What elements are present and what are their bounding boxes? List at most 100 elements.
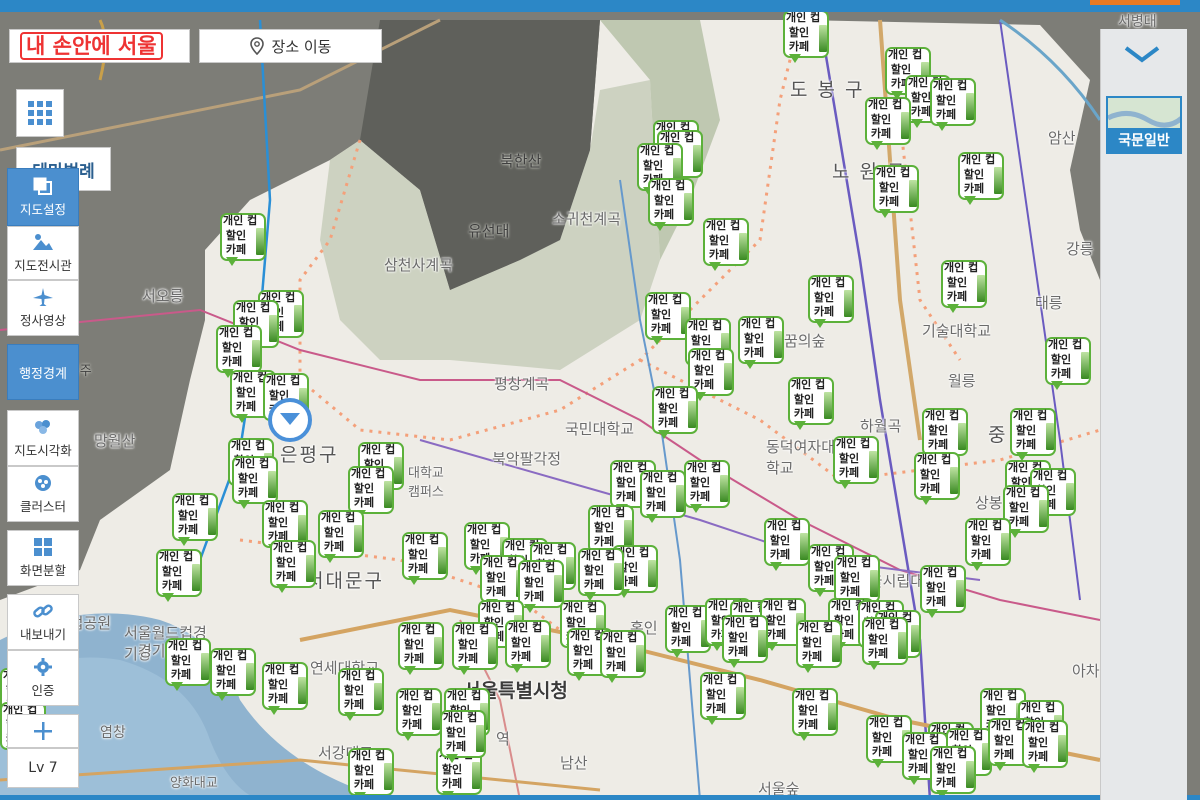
zoom-in-button[interactable] — [7, 714, 79, 748]
marker-text: 개인 컵할인카페 — [706, 219, 740, 263]
chevron-down-icon[interactable] — [1122, 44, 1162, 64]
cafe-marker[interactable]: 개인 컵할인카페 — [348, 748, 396, 800]
cafe-marker[interactable]: 개인 컵할인카페 — [684, 460, 732, 516]
cafe-marker[interactable]: 개인 컵할인카페 — [862, 617, 910, 673]
cup-icon — [966, 93, 974, 120]
cup-icon — [898, 632, 906, 659]
cafe-marker[interactable]: 개인 컵할인카페 — [640, 470, 688, 526]
marker-tail — [920, 496, 932, 505]
cup-icon — [758, 630, 766, 657]
cafe-marker[interactable]: 개인 컵할인카페 — [865, 97, 913, 153]
cafe-marker[interactable]: 개인 컵할인카페 — [930, 746, 978, 800]
cafe-marker[interactable]: 개인 컵할인카페 — [788, 377, 836, 433]
cafe-marker[interactable]: 개인 컵할인카페 — [600, 630, 648, 686]
marker-line: 할인 — [485, 570, 507, 584]
cafe-marker[interactable]: 개인 컵할인카페 — [210, 648, 258, 704]
cafe-marker[interactable]: 개인 컵할인카페 — [578, 548, 626, 604]
cafe-marker[interactable]: 개인 컵할인카페 — [833, 436, 881, 492]
cafe-marker[interactable]: 개인 컵할인카페 — [796, 620, 844, 676]
cafe-marker[interactable]: 개인 컵할인카페 — [792, 688, 840, 744]
cafe-marker[interactable]: 개인 컵할인카페 — [652, 386, 700, 442]
cafe-marker[interactable]: 개인 컵할인카페 — [700, 672, 748, 728]
cluster-button[interactable]: 클러스터 — [7, 466, 79, 522]
cafe-marker[interactable]: 개인 컵할인카페 — [338, 668, 386, 724]
marker-tail — [744, 360, 756, 369]
move-location-button[interactable]: 장소 이동 — [199, 29, 382, 63]
marker-line: 개인 컵 — [741, 317, 776, 330]
map-settings-button[interactable]: 지도설정 — [7, 168, 79, 226]
marker-line: 개인 컵 — [651, 179, 686, 192]
cafe-marker[interactable]: 개인 컵할인카페 — [958, 152, 1006, 208]
marker-line: 카페 — [925, 595, 947, 608]
cafe-marker[interactable]: 개인 컵할인카페 — [703, 218, 751, 274]
cafe-marker[interactable]: 개인 컵할인카페 — [738, 316, 786, 372]
cafe-marker[interactable]: 개인 컵할인카페 — [873, 165, 921, 221]
marker-line: 할인 — [797, 703, 819, 717]
cafe-marker[interactable]: 개인 컵할인카페 — [764, 518, 812, 574]
marker-line: 개인 컵 — [265, 501, 300, 514]
cafe-marker[interactable]: 개인 컵할인카페 — [941, 260, 989, 316]
cafe-marker[interactable]: 개인 컵할인카페 — [1010, 408, 1058, 464]
map-canvas[interactable]: 도 봉 구 노 원 구 북한산 유선대 소귀천계곡 삼천사계곡 서오릉 고양시공… — [0, 0, 1200, 800]
cup-icon — [1046, 423, 1054, 450]
marker-line: 개인 컵 — [351, 467, 386, 480]
menu-grid-button[interactable] — [16, 89, 64, 137]
marker-line: 할인 — [727, 630, 749, 644]
cup-icon — [1066, 483, 1074, 510]
cafe-marker[interactable]: 개인 컵할인카페 — [318, 510, 366, 566]
marker-text: 개인 컵할인카페 — [1025, 721, 1059, 765]
search-box[interactable]: 내 손안에 서울 — [9, 29, 190, 63]
marker-line: 카페 — [743, 346, 765, 359]
cafe-marker[interactable]: 개인 컵할인카페 — [920, 565, 968, 621]
marker-text: 개인 컵할인카페 — [1013, 409, 1047, 453]
cafe-marker[interactable]: 개인 컵할인카페 — [505, 620, 553, 676]
cafe-marker[interactable]: 개인 컵할인카페 — [1022, 720, 1070, 776]
cafe-marker[interactable]: 개인 컵할인카페 — [262, 662, 310, 718]
split-screen-button[interactable]: 화면분할 — [7, 530, 79, 586]
cafe-marker[interactable]: 개인 컵할인카페 — [965, 518, 1013, 574]
cafe-marker[interactable]: 개인 컵할인카페 — [165, 638, 213, 694]
cafe-marker[interactable]: 개인 컵할인카페 — [220, 213, 268, 269]
cup-icon — [384, 763, 392, 790]
cafe-marker[interactable]: 개인 컵할인카페 — [402, 532, 450, 588]
cafe-marker[interactable]: 개인 컵할인카페 — [930, 78, 978, 134]
marker-line: 개인 컵 — [563, 601, 598, 614]
aerial-photo-button[interactable]: 정사영상 — [7, 280, 79, 336]
place-label: 역 — [496, 730, 510, 748]
marker-line: 할인 — [645, 485, 667, 499]
cafe-marker[interactable]: 개인 컵할인카페 — [440, 710, 488, 766]
place-label: 월릉 — [948, 372, 976, 390]
cafe-marker[interactable]: 개인 컵할인카페 — [783, 10, 831, 66]
marker-tail — [408, 576, 420, 585]
marker-line: 카페 — [161, 579, 183, 592]
cafe-marker[interactable]: 개인 컵할인카페 — [396, 688, 444, 744]
place-label: 꿈의숲 — [784, 332, 826, 350]
marker-tail — [794, 421, 806, 430]
cafe-marker[interactable]: 개인 컵할인카페 — [722, 615, 770, 671]
map-exhibition-button[interactable]: 지도전시관 — [7, 226, 79, 280]
cafe-marker[interactable]: 개인 컵할인카페 — [914, 452, 962, 508]
cafe-marker[interactable]: 개인 컵할인카페 — [156, 549, 204, 605]
cafe-marker[interactable]: 개인 컵할인카페 — [1045, 337, 1093, 393]
cup-icon — [911, 625, 919, 652]
cup-icon — [869, 451, 877, 478]
cafe-marker[interactable]: 개인 컵할인카페 — [808, 275, 856, 331]
cafe-marker[interactable]: 개인 컵할인카페 — [172, 493, 220, 549]
cafe-marker[interactable]: 개인 컵할인카페 — [452, 622, 500, 678]
cafe-marker[interactable]: 개인 컵할인카페 — [270, 540, 318, 596]
marker-line: 개인 컵 — [888, 48, 923, 61]
map-visualization-button[interactable]: 지도시각화 — [7, 410, 79, 466]
marker-text: 개인 컵할인카페 — [961, 153, 995, 197]
admin-boundary-button[interactable]: 행정경계 — [7, 344, 79, 400]
export-button[interactable]: 내보내기 — [7, 594, 79, 650]
current-location-marker[interactable] — [268, 398, 312, 442]
place-label: 강릉 — [1066, 240, 1094, 258]
auth-button[interactable]: 인증 — [7, 650, 79, 706]
marker-line: 할인 — [1050, 352, 1072, 366]
top-bar — [0, 0, 1200, 12]
marker-line: 할인 — [907, 747, 929, 761]
cafe-marker[interactable]: 개인 컵할인카페 — [648, 178, 696, 234]
basemap-thumbnail[interactable]: 국문일반 — [1106, 96, 1182, 154]
cafe-marker[interactable]: 개인 컵할인카페 — [398, 622, 446, 678]
place-label: 도 봉 구 — [790, 79, 865, 101]
